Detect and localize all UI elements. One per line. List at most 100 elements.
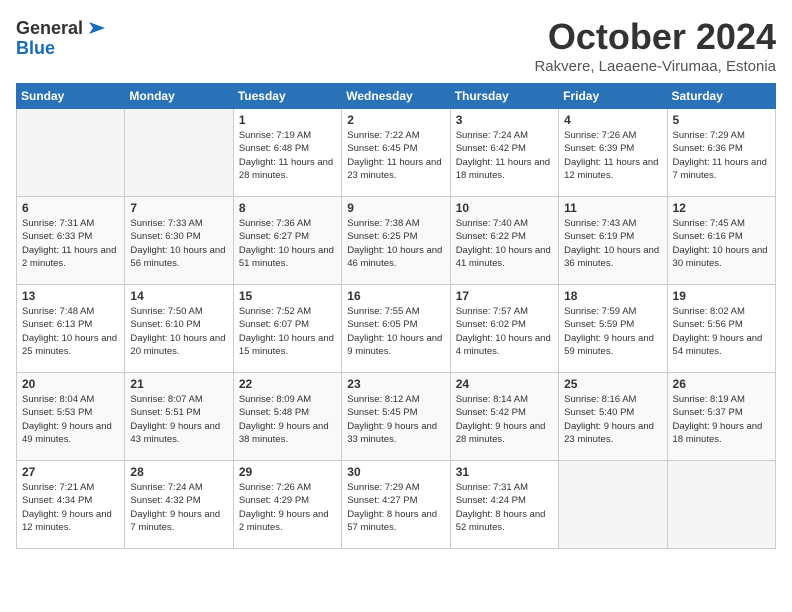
cell-content: Sunrise: 7:29 AM Sunset: 4:27 PM Dayligh… <box>347 481 444 534</box>
calendar-cell: 5 Sunrise: 7:29 AM Sunset: 6:36 PM Daylig… <box>667 109 775 197</box>
calendar-cell: 14Sunrise: 7:50 AM Sunset: 6:10 PM Dayli… <box>125 285 233 373</box>
title-block: October 2024 Rakvere, Laeaene-Virumaa, E… <box>534 16 776 75</box>
cell-content: Sunrise: 7:31 AM Sunset: 4:24 PM Dayligh… <box>456 481 553 534</box>
calendar-cell: 3 Sunrise: 7:24 AM Sunset: 6:42 PM Daylig… <box>450 109 558 197</box>
calendar-header-sunday: Sunday <box>17 84 125 109</box>
calendar-cell <box>559 461 667 549</box>
calendar-cell: 9 Sunrise: 7:38 AM Sunset: 6:25 PM Daylig… <box>342 197 450 285</box>
calendar-cell: 23Sunrise: 8:12 AM Sunset: 5:45 PM Dayli… <box>342 373 450 461</box>
calendar-cell: 6Sunrise: 7:31 AM Sunset: 6:33 PM Daylig… <box>17 197 125 285</box>
day-number: 9 <box>347 201 444 215</box>
cell-content: Sunrise: 7:52 AM Sunset: 6:07 PM Dayligh… <box>239 305 336 358</box>
day-number: 8 <box>239 201 336 215</box>
calendar-cell: 25 Sunrise: 8:16 AM Sunset: 5:40 PM Dayli… <box>559 373 667 461</box>
calendar-week-row: 20 Sunrise: 8:04 AM Sunset: 5:53 PM Dayli… <box>17 373 776 461</box>
cell-content: Sunrise: 8:02 AM Sunset: 5:56 PM Dayligh… <box>673 305 770 358</box>
day-number: 26 <box>673 377 770 391</box>
cell-content: Sunrise: 7:55 AM Sunset: 6:05 PM Dayligh… <box>347 305 444 358</box>
day-number: 24 <box>456 377 553 391</box>
day-number: 30 <box>347 465 444 479</box>
day-number: 17 <box>456 289 553 303</box>
cell-content: Sunrise: 7:57 AM Sunset: 6:02 PM Dayligh… <box>456 305 553 358</box>
cell-content: Sunrise: 7:29 AM Sunset: 6:36 PM Dayligh… <box>673 129 770 182</box>
calendar-cell: 22 Sunrise: 8:09 AM Sunset: 5:48 PM Dayli… <box>233 373 341 461</box>
calendar-week-row: 13 Sunrise: 7:48 AM Sunset: 6:13 PM Dayli… <box>17 285 776 373</box>
day-number: 25 <box>564 377 661 391</box>
cell-content: Sunrise: 7:36 AM Sunset: 6:27 PM Dayligh… <box>239 217 336 270</box>
cell-content: Sunrise: 8:14 AM Sunset: 5:42 PM Dayligh… <box>456 393 553 446</box>
day-number: 11 <box>564 201 661 215</box>
calendar-cell: 28 Sunrise: 7:24 AM Sunset: 4:32 PM Dayli… <box>125 461 233 549</box>
page-header: General Blue October 2024 Rakvere, Laeae… <box>16 16 776 75</box>
calendar-cell: 29Sunrise: 7:26 AM Sunset: 4:29 PM Dayli… <box>233 461 341 549</box>
cell-content: Sunrise: 7:50 AM Sunset: 6:10 PM Dayligh… <box>130 305 227 358</box>
calendar-table: SundayMondayTuesdayWednesdayThursdayFrid… <box>16 83 776 549</box>
logo-general-text: General <box>16 18 83 39</box>
logo: General Blue <box>16 16 109 59</box>
day-number: 10 <box>456 201 553 215</box>
cell-content: Sunrise: 7:19 AM Sunset: 6:48 PM Dayligh… <box>239 129 336 182</box>
cell-content: Sunrise: 7:21 AM Sunset: 4:34 PM Dayligh… <box>22 481 119 534</box>
day-number: 31 <box>456 465 553 479</box>
calendar-header-saturday: Saturday <box>667 84 775 109</box>
calendar-header-monday: Monday <box>125 84 233 109</box>
cell-content: Sunrise: 7:24 AM Sunset: 6:42 PM Dayligh… <box>456 129 553 182</box>
day-number: 29 <box>239 465 336 479</box>
cell-content: Sunrise: 8:04 AM Sunset: 5:53 PM Dayligh… <box>22 393 119 446</box>
cell-content: Sunrise: 7:31 AM Sunset: 6:33 PM Dayligh… <box>22 217 119 270</box>
cell-content: Sunrise: 7:33 AM Sunset: 6:30 PM Dayligh… <box>130 217 227 270</box>
calendar-cell: 7Sunrise: 7:33 AM Sunset: 6:30 PM Daylig… <box>125 197 233 285</box>
day-number: 3 <box>456 113 553 127</box>
calendar-cell: 16 Sunrise: 7:55 AM Sunset: 6:05 PM Dayli… <box>342 285 450 373</box>
day-number: 22 <box>239 377 336 391</box>
day-number: 19 <box>673 289 770 303</box>
cell-content: Sunrise: 7:26 AM Sunset: 6:39 PM Dayligh… <box>564 129 661 182</box>
day-number: 28 <box>130 465 227 479</box>
cell-content: Sunrise: 7:48 AM Sunset: 6:13 PM Dayligh… <box>22 305 119 358</box>
calendar-week-row: 6Sunrise: 7:31 AM Sunset: 6:33 PM Daylig… <box>17 197 776 285</box>
calendar-cell: 21 Sunrise: 8:07 AM Sunset: 5:51 PM Dayli… <box>125 373 233 461</box>
calendar-cell: 24 Sunrise: 8:14 AM Sunset: 5:42 PM Dayli… <box>450 373 558 461</box>
day-number: 15 <box>239 289 336 303</box>
calendar-cell: 18 Sunrise: 7:59 AM Sunset: 5:59 PM Dayli… <box>559 285 667 373</box>
calendar-header-wednesday: Wednesday <box>342 84 450 109</box>
calendar-cell: 11 Sunrise: 7:43 AM Sunset: 6:19 PM Dayli… <box>559 197 667 285</box>
calendar-cell: 8 Sunrise: 7:36 AM Sunset: 6:27 PM Daylig… <box>233 197 341 285</box>
calendar-cell <box>667 461 775 549</box>
day-number: 16 <box>347 289 444 303</box>
calendar-cell <box>17 109 125 197</box>
day-number: 13 <box>22 289 119 303</box>
cell-content: Sunrise: 7:40 AM Sunset: 6:22 PM Dayligh… <box>456 217 553 270</box>
cell-content: Sunrise: 8:07 AM Sunset: 5:51 PM Dayligh… <box>130 393 227 446</box>
calendar-cell: 26 Sunrise: 8:19 AM Sunset: 5:37 PM Dayli… <box>667 373 775 461</box>
cell-content: Sunrise: 8:19 AM Sunset: 5:37 PM Dayligh… <box>673 393 770 446</box>
cell-content: Sunrise: 8:09 AM Sunset: 5:48 PM Dayligh… <box>239 393 336 446</box>
day-number: 20 <box>22 377 119 391</box>
cell-content: Sunrise: 8:16 AM Sunset: 5:40 PM Dayligh… <box>564 393 661 446</box>
calendar-cell: 31 Sunrise: 7:31 AM Sunset: 4:24 PM Dayli… <box>450 461 558 549</box>
calendar-cell <box>125 109 233 197</box>
day-number: 18 <box>564 289 661 303</box>
cell-content: Sunrise: 7:38 AM Sunset: 6:25 PM Dayligh… <box>347 217 444 270</box>
month-title: October 2024 <box>534 16 776 58</box>
cell-content: Sunrise: 7:43 AM Sunset: 6:19 PM Dayligh… <box>564 217 661 270</box>
calendar-cell: 1Sunrise: 7:19 AM Sunset: 6:48 PM Daylig… <box>233 109 341 197</box>
cell-content: Sunrise: 7:59 AM Sunset: 5:59 PM Dayligh… <box>564 305 661 358</box>
day-number: 2 <box>347 113 444 127</box>
calendar-cell: 27Sunrise: 7:21 AM Sunset: 4:34 PM Dayli… <box>17 461 125 549</box>
day-number: 21 <box>130 377 227 391</box>
calendar-header-thursday: Thursday <box>450 84 558 109</box>
calendar-cell: 13 Sunrise: 7:48 AM Sunset: 6:13 PM Dayli… <box>17 285 125 373</box>
calendar-cell: 17 Sunrise: 7:57 AM Sunset: 6:02 PM Dayli… <box>450 285 558 373</box>
calendar-header-tuesday: Tuesday <box>233 84 341 109</box>
calendar-cell: 30 Sunrise: 7:29 AM Sunset: 4:27 PM Dayli… <box>342 461 450 549</box>
logo-arrow-icon <box>85 16 109 40</box>
calendar-week-row: 1Sunrise: 7:19 AM Sunset: 6:48 PM Daylig… <box>17 109 776 197</box>
day-number: 5 <box>673 113 770 127</box>
calendar-cell: 15 Sunrise: 7:52 AM Sunset: 6:07 PM Dayli… <box>233 285 341 373</box>
day-number: 23 <box>347 377 444 391</box>
day-number: 12 <box>673 201 770 215</box>
calendar-header-friday: Friday <box>559 84 667 109</box>
calendar-week-row: 27Sunrise: 7:21 AM Sunset: 4:34 PM Dayli… <box>17 461 776 549</box>
cell-content: Sunrise: 7:24 AM Sunset: 4:32 PM Dayligh… <box>130 481 227 534</box>
